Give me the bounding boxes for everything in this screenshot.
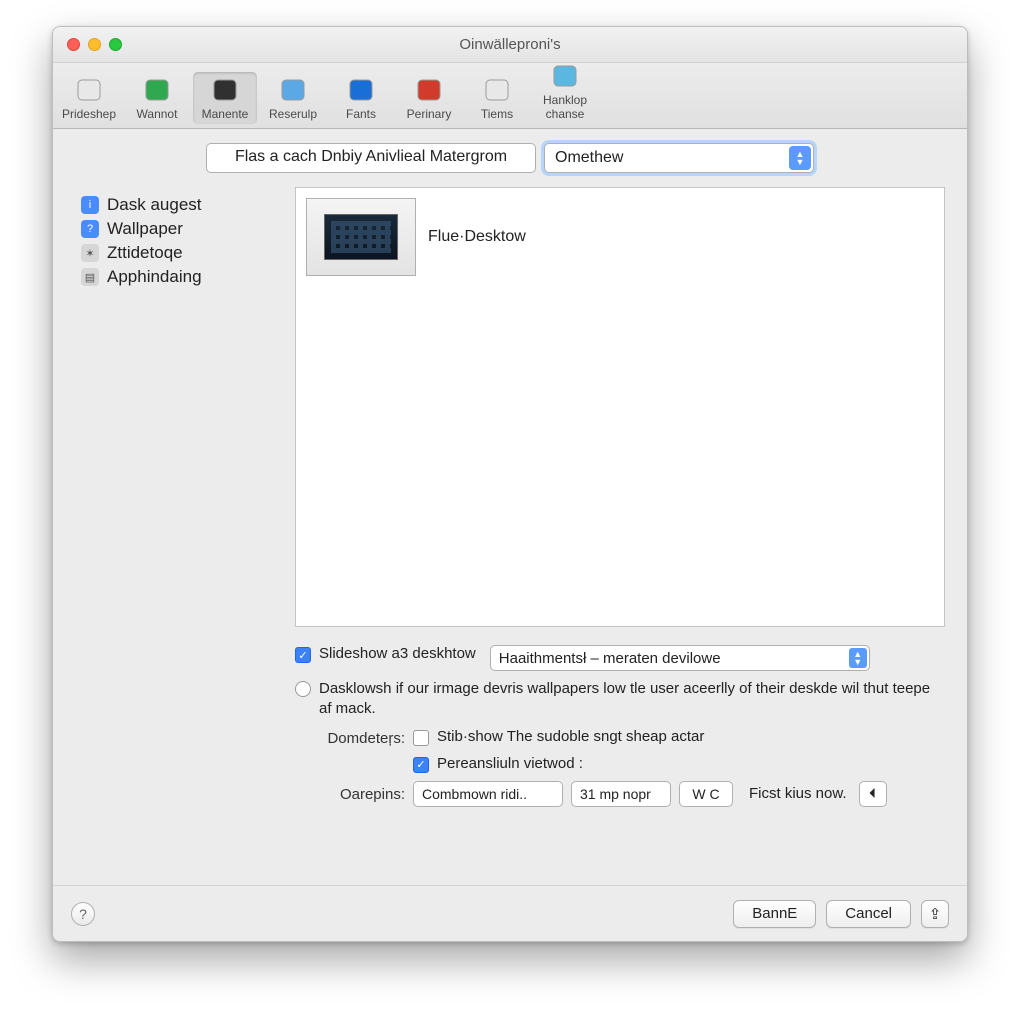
cancel-button[interactable]: Cancel <box>826 900 911 928</box>
apply-button[interactable]: ⇪ <box>921 900 949 928</box>
toolbar-item-label: Fants <box>329 107 393 121</box>
monitor-icon <box>324 214 398 260</box>
toolbar-icon <box>480 75 514 105</box>
sub2-checkbox[interactable]: ✓ <box>413 757 429 773</box>
toolbar-icon <box>412 75 446 105</box>
sub1-checkbox[interactable] <box>413 730 429 746</box>
toolbar-icon <box>140 75 174 105</box>
slideshow-label: Slideshow a3 deskhtow <box>319 645 476 662</box>
header-select[interactable]: Omethew ▲▼ <box>544 143 814 173</box>
body: i Dask augest? Wallpaper ✶ Zttidetoqe ▤ Apphin… <box>53 187 967 885</box>
slideshow-row: ✓ Slideshow a3 deskhtow Haaithmentsł – m… <box>295 645 945 671</box>
updown-icon: ▲▼ <box>789 146 811 170</box>
toolbar-icon <box>276 75 310 105</box>
preferences-window: Oinwälleproni's Prideshep Wannot Manente Re… <box>52 26 968 942</box>
oarepins-stepper[interactable]: ⏴ <box>859 781 887 807</box>
toolbar-icon <box>344 75 378 105</box>
domdeters-row-2: ✓ Pereansliuln vietwod : <box>295 755 945 773</box>
slideshow-interval-value: Haaithmentsł – meraten devilowe <box>499 650 721 667</box>
toolbar-icon <box>72 75 106 105</box>
description-text: Dasklowsh if our irmage devris wallpaper… <box>319 679 945 720</box>
sub2-label: Pereansliuln vietwod : <box>437 755 583 772</box>
description-row: Dasklowsh if our irmage devris wallpaper… <box>295 679 945 720</box>
toolbar-item-wannot[interactable]: Wannot <box>125 72 189 124</box>
sidebar-icon: ? <box>81 220 99 238</box>
toolbar-item-tiems[interactable]: Tiems <box>465 72 529 124</box>
sidebar-item-apphindaing[interactable]: ▤ Apphindaing <box>75 265 295 289</box>
desktop-thumbnail[interactable] <box>306 198 416 276</box>
toolbar-item-label: Wannot <box>125 107 189 121</box>
sub1-label: Stib·show The sudoble sngt sheap actar <box>437 728 704 745</box>
oarepins-field-2[interactable]: 31 mp nopr <box>571 781 671 807</box>
sidebar-item-wallpaper[interactable]: ? Wallpaper <box>75 217 295 241</box>
toolbar-item-label: Hanklop chanse <box>533 93 597 121</box>
ok-button[interactable]: BannE <box>733 900 816 928</box>
domdeters-row-1: Domdeteŗs: Stib·show The sudoble sngt sh… <box>295 728 945 747</box>
sidebar-item-zttidetoqe[interactable]: ✶ Zttidetoqe <box>75 241 295 265</box>
toolbar-item-label: Perinary <box>397 107 461 121</box>
oarepins-label: Oarepins: <box>295 784 405 803</box>
preview-area: Flue·Desktow <box>295 187 945 627</box>
content: Flue·Desktow ✓ Slideshow a3 deskhtow Haa… <box>295 187 945 885</box>
sidebar-icon: ✶ <box>81 244 99 262</box>
sidebar-icon: i <box>81 196 99 214</box>
toolbar-icon <box>548 61 582 91</box>
footer: ? BannE Cancel ⇪ <box>53 885 967 941</box>
header-select-value: Omethew <box>555 149 623 167</box>
toolbar: Prideshep Wannot Manente Reserulp Fants Perin… <box>53 63 967 129</box>
updown-icon: ▲▼ <box>849 648 867 668</box>
sidebar-item-label: Zttidetoqe <box>107 243 183 263</box>
titlebar: Oinwälleproni's <box>53 27 967 63</box>
arrow-up-icon: ⇪ <box>929 906 942 923</box>
domdeters-label: Domdeteŗs: <box>295 728 405 747</box>
toolbar-item-reserulp[interactable]: Reserulp <box>261 72 325 124</box>
options-group: ✓ Slideshow a3 deskhtow Haaithmentsł – m… <box>295 627 945 815</box>
slideshow-interval-select[interactable]: Haaithmentsł – meraten devilowe ▲▼ <box>490 645 870 671</box>
thumbnail-label: Flue·Desktow <box>428 228 526 246</box>
sidebar: i Dask augest? Wallpaper ✶ Zttidetoqe ▤ Apphin… <box>75 187 295 885</box>
toolbar-icon <box>208 75 242 105</box>
oarepins-field-3[interactable]: W C <box>679 781 733 807</box>
sidebar-item-dask-augest[interactable]: i Dask augest <box>75 193 295 217</box>
description-radio[interactable] <box>295 681 311 697</box>
sidebar-item-label: Dask augest <box>107 195 202 215</box>
toolbar-item-prideshep[interactable]: Prideshep <box>57 72 121 124</box>
toolbar-item-perinary[interactable]: Perinary <box>397 72 461 124</box>
toolbar-item-fants[interactable]: Fants <box>329 72 393 124</box>
header-prompt: Flas a cach Dnbiy Anivlieal Matergrom <box>206 143 536 173</box>
oarepins-field-1[interactable]: Combmown ridi.. <box>413 781 563 807</box>
toolbar-item-manente[interactable]: Manente <box>193 72 257 124</box>
header-row: Flas a cach Dnbiy Anivlieal Matergrom Om… <box>53 129 967 187</box>
help-button[interactable]: ? <box>71 902 95 926</box>
toolbar-item-label: Reserulp <box>261 107 325 121</box>
sidebar-item-label: Apphindaing <box>107 267 202 287</box>
oarepins-field-4-label: Ficst kius now. <box>749 785 847 802</box>
oarepins-row: Oarepins: Combmown ridi.. 31 mp nopr W C… <box>295 781 945 807</box>
sidebar-icon: ▤ <box>81 268 99 286</box>
toolbar-item-label: Prideshep <box>57 107 121 121</box>
toolbar-item-label: Tiems <box>465 107 529 121</box>
sidebar-item-label: Wallpaper <box>107 219 183 239</box>
slideshow-checkbox[interactable]: ✓ <box>295 647 311 663</box>
toolbar-item-label: Manente <box>193 107 257 121</box>
window-title: Oinwälleproni's <box>53 36 967 53</box>
toolbar-item-hanklop-chanse[interactable]: Hanklop chanse <box>533 58 597 124</box>
